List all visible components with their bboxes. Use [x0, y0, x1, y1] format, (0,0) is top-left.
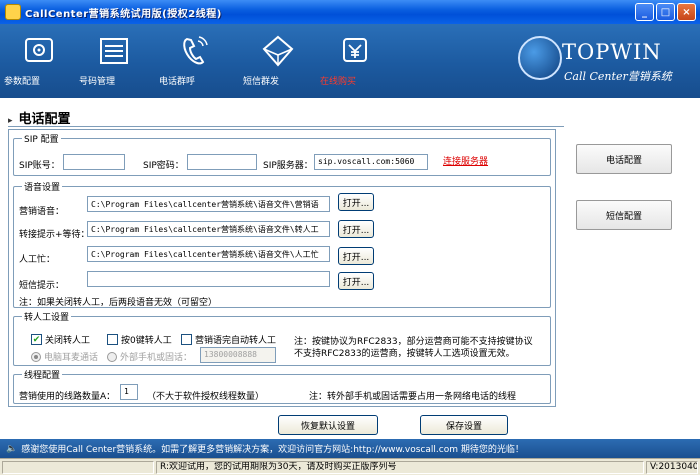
open-transfer-voice-button[interactable]: 打开...	[338, 220, 374, 238]
minimize-button[interactable]: _	[635, 3, 654, 21]
close-transfer-checkbox[interactable]: ✔ 关闭转人工	[31, 333, 90, 346]
restore-defaults-button[interactable]: 恢复默认设置	[278, 415, 378, 435]
phone-logo-icon	[518, 36, 562, 80]
pc-headset-label: 电脑耳麦通话	[44, 353, 99, 363]
radio-selected-icon	[31, 351, 41, 362]
external-number-input[interactable]: 13800008888	[200, 347, 276, 363]
empty-checkbox-icon	[107, 334, 118, 345]
sip-legend: SIP 配置	[24, 135, 59, 145]
logo-brand: TOPWIN	[562, 40, 662, 64]
transfer-legend: 转人工设置	[24, 313, 70, 323]
thread-note: 注：转外部手机或固话需要占用一条网络电话的线程	[309, 392, 517, 402]
title-divider	[8, 126, 564, 127]
close-transfer-label: 关闭转人工	[45, 336, 91, 346]
transfer-note-line2: 不支持RFC2833的运营商，按键转人工选项设置无效。	[294, 349, 515, 359]
sip-password-label: SIP密码：	[143, 161, 184, 171]
list-icon	[97, 34, 131, 68]
pc-headset-radio[interactable]: 电脑耳麦通话	[31, 350, 98, 363]
toolbar-parameter-config[interactable]: 参数配置	[4, 34, 74, 87]
voice-note: 注：如果关闭转人工，后两段语音无效（可留空）	[19, 298, 218, 308]
config-panel: SIP 配置 SIP账号： SIP密码： SIP服务器： sip.voscall…	[8, 129, 556, 407]
cart-icon	[338, 34, 372, 68]
page-title: 电话配置	[8, 108, 71, 127]
toolbar-phone-call[interactable]: 电话群呼	[159, 34, 229, 87]
speaker-icon: 🔈	[6, 443, 18, 454]
status-version: V:20130407	[646, 461, 698, 474]
marketing-voice-path[interactable]: C:\Program Files\callcenter营销系统\语音文件\营销语	[87, 196, 330, 212]
checkmark-icon: ✔	[31, 334, 42, 345]
title-bar[interactable]: CallCenter营销系统试用版(授权2线程) _ □ ×	[0, 0, 700, 24]
transfer-voice-label: 转接提示+等待：	[19, 230, 90, 240]
toolbar-label: 参数配置	[4, 77, 41, 87]
close-button[interactable]: ×	[677, 3, 696, 21]
toolbar-label: 电话群呼	[159, 77, 196, 87]
main-content: 电话配置 SIP 配置 SIP账号： SIP密码： SIP服务器： sip.vo…	[0, 98, 700, 439]
auto-transfer-label: 营销语完自动转人工	[195, 336, 277, 346]
connect-server-link[interactable]: 连接服务器	[443, 154, 488, 167]
toolbar-label: 号码管理	[79, 77, 116, 87]
phone-config-button[interactable]: 电话配置	[576, 144, 672, 174]
toolbar-number-management[interactable]: 号码管理	[79, 34, 149, 87]
status-bar: R:欢迎试用，您的试用期限为30天，请及时购买正版序列号 V:20130407	[0, 458, 700, 475]
thread-count-label: 营销使用的线路数量A：	[19, 392, 116, 402]
app-icon	[5, 4, 21, 20]
key-transfer-checkbox[interactable]: 按0键转人工	[107, 333, 172, 346]
key-transfer-label: 按0键转人工	[121, 336, 172, 346]
sms-prompt-path[interactable]	[87, 271, 330, 287]
status-message: R:欢迎试用，您的试用期限为30天，请及时购买正版序列号	[156, 461, 644, 474]
auto-transfer-checkbox[interactable]: 营销语完自动转人工	[181, 333, 276, 346]
voice-legend: 语音设置	[24, 183, 61, 193]
external-phone-label: 外部手机或固话：	[120, 353, 193, 363]
sip-server-input[interactable]: sip.voscall.com:5060	[314, 154, 428, 170]
save-settings-button[interactable]: 保存设置	[420, 415, 508, 435]
threads-legend: 线程配置	[24, 371, 61, 381]
toolbar-sms-send[interactable]: 短信群发	[243, 34, 313, 87]
radio-empty-icon	[107, 351, 117, 362]
open-busy-voice-button[interactable]: 打开...	[338, 247, 374, 265]
announcement-ticker: 🔈 感谢您使用Call Center营销系统。如需了解更多营销解决方案，欢迎访问…	[0, 439, 700, 458]
window-title: CallCenter营销系统试用版(授权2线程)	[25, 8, 222, 20]
external-phone-radio[interactable]: 外部手机或固话：	[107, 350, 192, 363]
main-toolbar: 参数配置 号码管理 电话群呼 短信群发 在线购买 TOPWIN Call Cen…	[0, 24, 700, 98]
sip-account-input[interactable]	[63, 154, 125, 170]
open-sms-prompt-button[interactable]: 打开...	[338, 272, 374, 290]
sms-config-button[interactable]: 短信配置	[576, 200, 672, 230]
transfer-voice-path[interactable]: C:\Program Files\callcenter营销系统\语音文件\转人工	[87, 221, 330, 237]
thread-count-hint: （不大于软件授权线程数量）	[147, 392, 265, 402]
phone-icon	[177, 34, 211, 68]
sip-account-label: SIP账号：	[19, 161, 60, 171]
toolbar-label: 短信群发	[243, 77, 280, 87]
status-cell-empty	[2, 461, 154, 474]
thread-count-input[interactable]: 1	[120, 384, 138, 400]
sip-server-label: SIP服务器：	[263, 161, 313, 171]
gear-icon	[22, 34, 56, 68]
logo-subtitle: Call Center营销系统	[564, 70, 672, 83]
envelope-icon	[261, 34, 295, 68]
topwin-logo: TOPWIN Call Center营销系统	[518, 34, 693, 96]
busy-voice-label: 人工忙：	[19, 255, 56, 265]
sms-prompt-label: 短信提示：	[19, 281, 65, 291]
marketing-voice-label: 营销语音：	[19, 207, 65, 217]
ticker-text: 感谢您使用Call Center营销系统。如需了解更多营销解决方案，欢迎访问官方…	[21, 445, 524, 455]
busy-voice-path[interactable]: C:\Program Files\callcenter营销系统\语音文件\人工忙	[87, 246, 330, 262]
open-marketing-voice-button[interactable]: 打开...	[338, 193, 374, 211]
empty-checkbox-icon	[181, 334, 192, 345]
maximize-button[interactable]: □	[656, 3, 675, 21]
sip-password-input[interactable]	[187, 154, 257, 170]
toolbar-online-buy[interactable]: 在线购买	[320, 34, 390, 87]
toolbar-label: 在线购买	[320, 77, 357, 87]
